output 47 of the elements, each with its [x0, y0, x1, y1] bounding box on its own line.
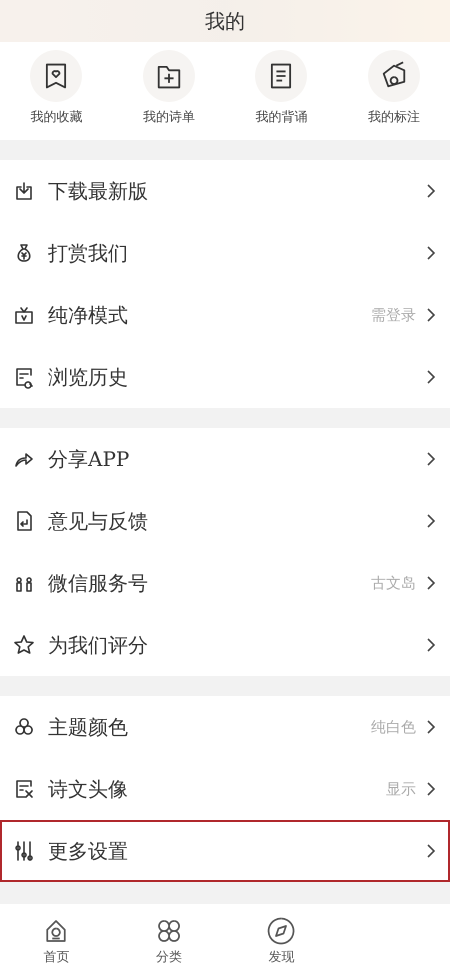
menu-row[interactable]: 主题颜色 纯白色: [0, 696, 450, 758]
menu-row[interactable]: 微信服务号 古文岛: [0, 552, 450, 614]
chevron-right-icon: [426, 307, 436, 323]
shortcut-item[interactable]: 我的背诵: [225, 42, 338, 140]
chevron-right-icon: [426, 513, 436, 529]
chevron-right-icon: [426, 369, 436, 385]
menu-row[interactable]: 更多设置: [0, 820, 450, 882]
row-value: 古文岛: [371, 574, 416, 592]
shortcut-item[interactable]: 我的收藏: [0, 42, 112, 140]
tab-item[interactable]: 首页: [0, 904, 112, 976]
compass-icon: [266, 916, 296, 946]
menu-row[interactable]: 意见与反馈: [0, 490, 450, 552]
tab-item[interactable]: 分类: [112, 904, 225, 976]
row-value: 需登录: [371, 306, 416, 324]
shortcut-item[interactable]: 我的诗单: [112, 42, 225, 140]
row-label: 更多设置: [48, 838, 129, 864]
row-label: 微信服务号: [48, 570, 149, 596]
row-label: 下载最新版: [48, 178, 149, 204]
menu-row[interactable]: 打赏我们: [0, 222, 450, 284]
chevron-right-icon: [426, 719, 436, 735]
row-label: 纯净模式: [48, 302, 129, 328]
row-label: 分享APP: [48, 446, 130, 472]
page-title: 我的: [205, 8, 245, 34]
chevron-right-icon: [426, 781, 436, 797]
row-label: 为我们评分: [48, 632, 149, 658]
row-label: 打赏我们: [48, 240, 129, 266]
row-label: 浏览历史: [48, 364, 129, 390]
tab-item[interactable]: 发现: [225, 904, 338, 976]
chevron-right-icon: [426, 575, 436, 591]
row-label: 诗文头像: [48, 776, 129, 802]
chevron-right-icon: [426, 637, 436, 653]
chevron-right-icon: [426, 245, 436, 261]
row-label: 主题颜色: [48, 714, 129, 740]
shortcut-item[interactable]: 我的标注: [338, 42, 450, 140]
chevron-right-icon: [426, 183, 436, 199]
menu-row[interactable]: 下载最新版: [0, 160, 450, 222]
star-icon: [12, 633, 36, 657]
row-value: 纯白色: [371, 718, 416, 736]
chevron-right-icon: [426, 843, 436, 859]
menu-row[interactable]: 为我们评分: [0, 614, 450, 676]
row-label: 意见与反馈: [48, 508, 149, 534]
menu-row[interactable]: 浏览历史: [0, 346, 450, 408]
row-value: 显示: [386, 780, 416, 798]
chevron-right-icon: [426, 451, 436, 467]
menu-row[interactable]: 纯净模式 需登录: [0, 284, 450, 346]
menu-row[interactable]: 分享APP: [0, 428, 450, 490]
menu-row[interactable]: 诗文头像 显示: [0, 758, 450, 820]
